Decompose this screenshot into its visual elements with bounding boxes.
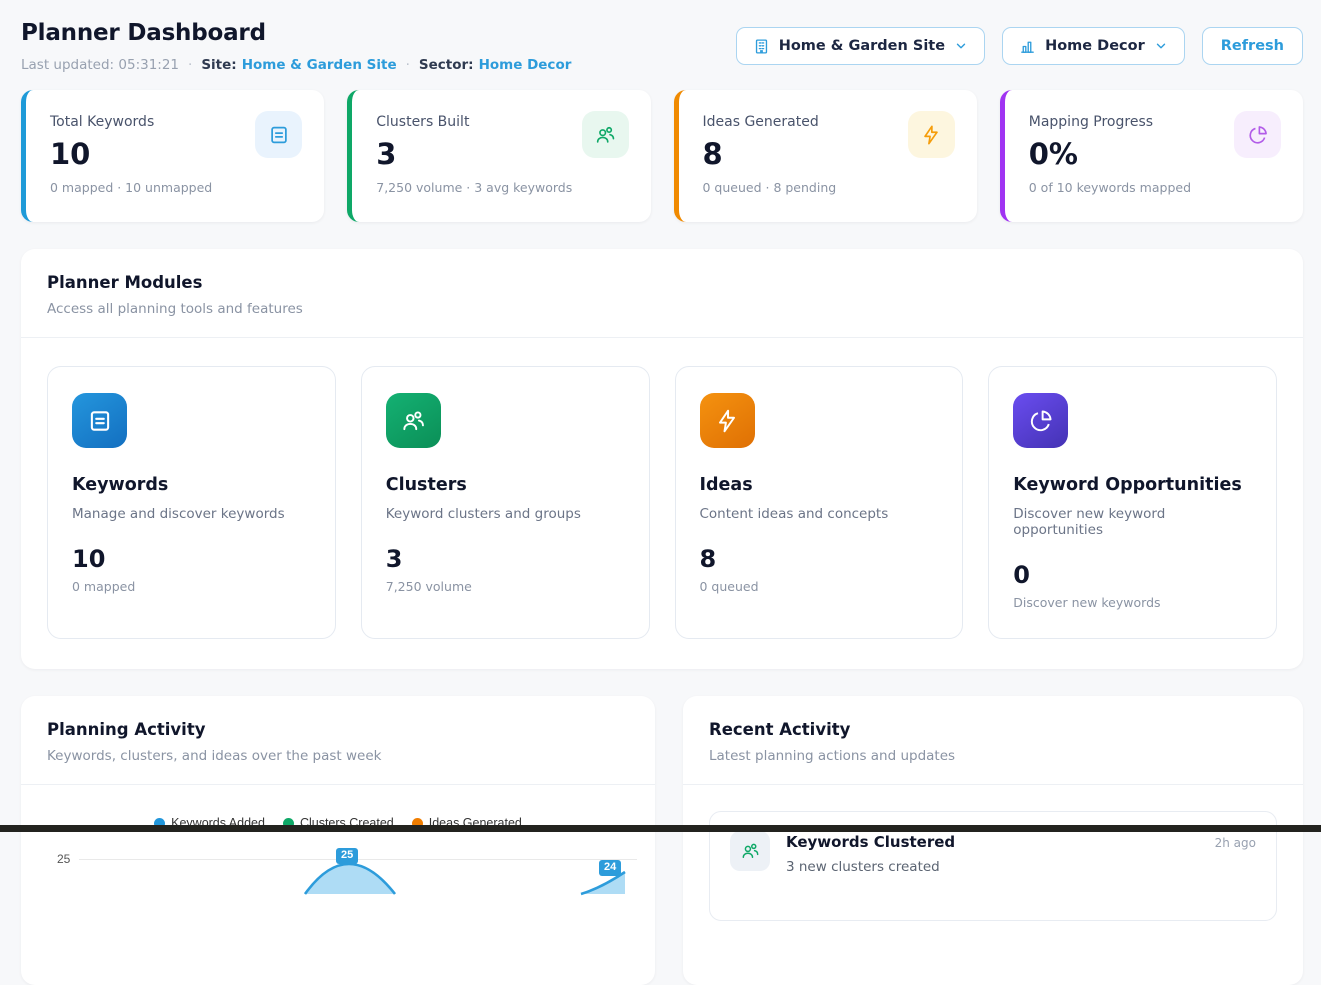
panel-title: Planning Activity	[47, 720, 629, 739]
stat-subtext: 0 mapped · 10 unmapped	[50, 180, 300, 195]
module-card-keywords[interactable]: Keywords Manage and discover keywords 10…	[47, 366, 336, 639]
pie-chart-icon	[1013, 393, 1068, 448]
sector-label: Sector:	[419, 57, 474, 73]
site-link[interactable]: Home & Garden Site	[242, 57, 397, 73]
module-value: 0	[1013, 561, 1252, 589]
stat-subtext: 0 of 10 keywords mapped	[1029, 180, 1279, 195]
meta-separator: ·	[406, 57, 410, 73]
header-controls: Home & Garden Site Home Decor Refresh	[736, 27, 1303, 65]
users-icon	[386, 393, 441, 448]
recent-activity-panel: Recent Activity Latest planning actions …	[683, 696, 1303, 985]
activity-list: Keywords Clustered 2h ago 3 new clusters…	[683, 785, 1303, 947]
module-subtext: Discover new keywords	[1013, 595, 1252, 610]
activity-chart: Keywords Added Clusters Created Ideas Ge…	[21, 785, 655, 985]
panel-title: Planner Modules	[47, 273, 1277, 292]
meta-separator: ·	[188, 57, 192, 73]
sector-selector-label: Home Decor	[1045, 38, 1145, 54]
module-subtext: 7,250 volume	[386, 579, 625, 594]
stat-card-mapping-progress: Mapping Progress 0% 0 of 10 keywords map…	[1000, 90, 1303, 222]
building-icon	[753, 38, 770, 55]
module-subtext: 0 queued	[700, 579, 939, 594]
panel-subtitle: Keywords, clusters, and ideas over the p…	[47, 748, 629, 764]
site-selector-label: Home & Garden Site	[779, 38, 945, 54]
stat-card-total-keywords: Total Keywords 10 0 mapped · 10 unmapped	[21, 90, 324, 222]
refresh-button[interactable]: Refresh	[1202, 27, 1303, 65]
refresh-button-label: Refresh	[1221, 38, 1284, 54]
module-card-clusters[interactable]: Clusters Keyword clusters and groups 3 7…	[361, 366, 650, 639]
module-description: Keyword clusters and groups	[386, 506, 625, 522]
module-value: 10	[72, 545, 311, 573]
module-value: 8	[700, 545, 939, 573]
planner-dashboard-page: Planner Dashboard Last updated: 05:31:21…	[0, 0, 1321, 985]
header-left: Planner Dashboard Last updated: 05:31:21…	[21, 20, 571, 73]
bottom-row: Planning Activity Keywords, clusters, an…	[21, 696, 1303, 985]
planning-activity-header: Planning Activity Keywords, clusters, an…	[21, 696, 655, 784]
document-icon	[72, 393, 127, 448]
planner-modules-panel: Planner Modules Access all planning tool…	[21, 249, 1303, 669]
module-description: Manage and discover keywords	[72, 506, 311, 522]
header-meta: Last updated: 05:31:21 · Site: Home & Ga…	[21, 57, 571, 73]
stat-subtext: 7,250 volume · 3 avg keywords	[376, 180, 626, 195]
recent-activity-header: Recent Activity Latest planning actions …	[683, 696, 1303, 784]
modules-grid: Keywords Manage and discover keywords 10…	[21, 338, 1303, 669]
planning-activity-panel: Planning Activity Keywords, clusters, an…	[21, 696, 655, 985]
module-title: Ideas	[700, 475, 939, 495]
data-point-label: 25	[336, 848, 358, 864]
module-value: 3	[386, 545, 625, 573]
module-card-ideas[interactable]: Ideas Content ideas and concepts 8 0 que…	[675, 366, 964, 639]
data-point-label: 24	[599, 860, 621, 876]
activity-timestamp: 2h ago	[1215, 836, 1256, 850]
module-title: Clusters	[386, 475, 625, 495]
activity-description: 3 new clusters created	[786, 859, 1256, 875]
panel-title: Recent Activity	[709, 720, 1277, 739]
users-icon	[582, 111, 629, 158]
chart-plot-area: 25 25 24	[21, 842, 655, 942]
page-title: Planner Dashboard	[21, 20, 571, 46]
panel-subtitle: Latest planning actions and updates	[709, 748, 1277, 764]
chevron-down-icon	[1154, 39, 1168, 53]
stat-subtext: 0 queued · 8 pending	[703, 180, 953, 195]
module-description: Discover new keyword opportunities	[1013, 506, 1252, 538]
stat-card-ideas-generated: Ideas Generated 8 0 queued · 8 pending	[674, 90, 977, 222]
bar-chart-icon	[1019, 38, 1036, 55]
sector-selector-dropdown[interactable]: Home Decor	[1002, 27, 1185, 65]
lightning-icon	[908, 111, 955, 158]
stat-cards-row: Total Keywords 10 0 mapped · 10 unmapped…	[21, 90, 1303, 222]
document-icon	[255, 111, 302, 158]
site-label: Site:	[201, 57, 236, 73]
pie-chart-icon	[1234, 111, 1281, 158]
activity-title: Keywords Clustered	[786, 833, 955, 851]
chevron-down-icon	[954, 39, 968, 53]
planner-modules-header: Planner Modules Access all planning tool…	[21, 249, 1303, 337]
page-header: Planner Dashboard Last updated: 05:31:21…	[21, 20, 1303, 73]
module-title: Keywords	[72, 475, 311, 495]
stat-card-clusters-built: Clusters Built 3 7,250 volume · 3 avg ke…	[347, 90, 650, 222]
lightning-icon	[700, 393, 755, 448]
module-title: Keyword Opportunities	[1013, 475, 1252, 495]
bottom-edge-bar	[0, 825, 1321, 832]
module-card-keyword-opportunities[interactable]: Keyword Opportunities Discover new keywo…	[988, 366, 1277, 639]
module-subtext: 0 mapped	[72, 579, 311, 594]
site-selector-dropdown[interactable]: Home & Garden Site	[736, 27, 985, 65]
sector-link[interactable]: Home Decor	[479, 57, 572, 73]
module-description: Content ideas and concepts	[700, 506, 939, 522]
last-updated-text: Last updated: 05:31:21	[21, 57, 179, 73]
chart-legend: Keywords Added Clusters Created Ideas Ge…	[21, 785, 655, 830]
panel-subtitle: Access all planning tools and features	[47, 301, 1277, 317]
users-icon	[730, 831, 770, 871]
